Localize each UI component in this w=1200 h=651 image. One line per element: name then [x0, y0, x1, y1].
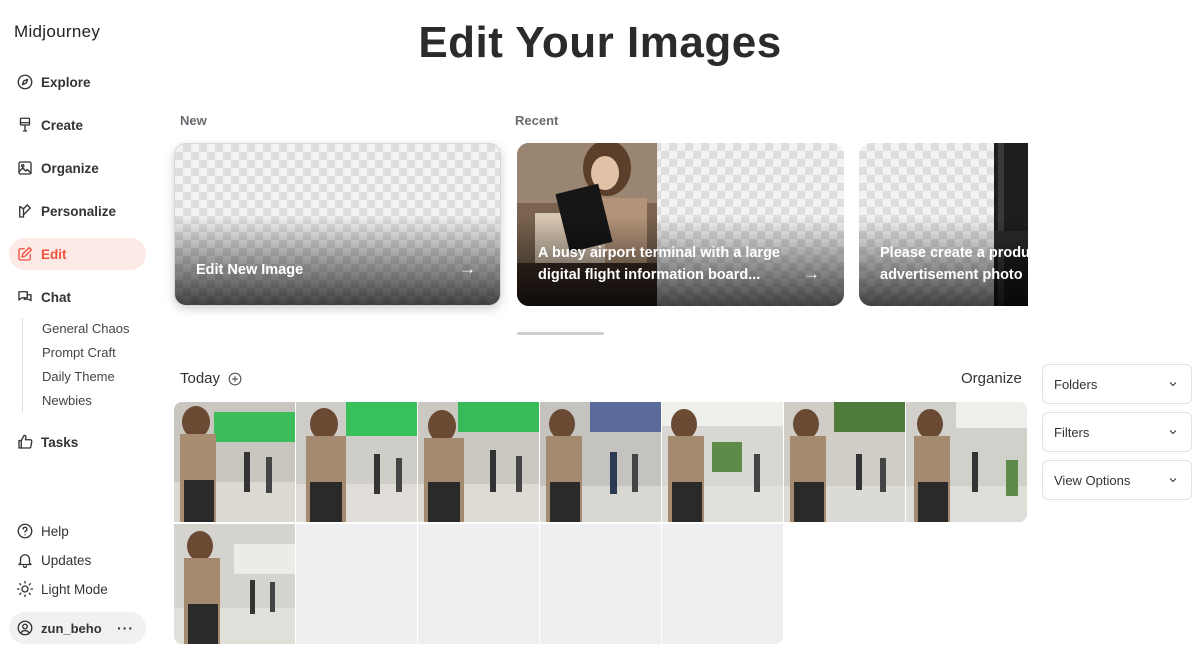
- chat-room-item[interactable]: Prompt Craft: [42, 345, 116, 360]
- today-header: Today: [180, 370, 242, 387]
- recent-card[interactable]: Please create a produ advertisement phot…: [859, 143, 1028, 306]
- chat-icon: [16, 288, 34, 306]
- sidebar: Midjourney Explore Create Organize Perso…: [0, 0, 160, 651]
- chat-room-item[interactable]: Newbies: [42, 393, 92, 408]
- nav-edit[interactable]: Edit: [9, 238, 146, 270]
- image-thumbnail[interactable]: [906, 402, 1027, 522]
- recent-card-caption: Please create a produ advertisement phot…: [880, 242, 1028, 286]
- image-thumbnail[interactable]: [174, 402, 295, 522]
- bell-icon: [16, 551, 34, 569]
- personalize-icon: [16, 202, 34, 220]
- caption-line: Please create a produ: [880, 245, 1028, 261]
- caption-line: A busy airport terminal with a large: [538, 245, 780, 261]
- user-menu[interactable]: zun_beho ···: [9, 612, 146, 644]
- image-thumbnail[interactable]: [418, 402, 539, 522]
- chat-room-item[interactable]: Daily Theme: [42, 369, 115, 384]
- sun-icon: [16, 580, 34, 598]
- plus-circle-icon[interactable]: [228, 372, 242, 386]
- image-thumbnail[interactable]: [174, 524, 295, 644]
- edit-new-image-label: Edit New Image: [196, 262, 304, 278]
- nav-chat-label: Chat: [41, 289, 71, 305]
- new-section-label: New: [180, 113, 207, 128]
- image-thumbnail[interactable]: [662, 402, 783, 522]
- view-options-dropdown[interactable]: View Options: [1042, 460, 1192, 500]
- edit-new-image-card[interactable]: Edit New Image →: [174, 143, 501, 306]
- recent-card[interactable]: A busy airport terminal with a large dig…: [517, 143, 844, 306]
- organize-button[interactable]: Organize: [961, 370, 1022, 387]
- nav-personalize[interactable]: Personalize: [9, 195, 146, 227]
- image-thumbnail[interactable]: [540, 402, 661, 522]
- nav-updates-label: Updates: [41, 552, 92, 568]
- carousel-scroll-indicator[interactable]: [517, 332, 604, 335]
- help-icon: [16, 522, 34, 540]
- username: zun_beho: [41, 620, 102, 636]
- caption-line: advertisement photo: [880, 267, 1023, 283]
- compass-icon: [16, 73, 34, 91]
- folders-dropdown[interactable]: Folders: [1042, 364, 1192, 404]
- nav-edit-label: Edit: [41, 246, 67, 262]
- nav-light-mode[interactable]: Light Mode: [9, 573, 146, 605]
- arrow-right-icon: →: [459, 259, 476, 278]
- nav-organize[interactable]: Organize: [9, 152, 146, 184]
- nav-tasks-label: Tasks: [41, 434, 79, 450]
- chevron-down-icon: [1167, 474, 1179, 486]
- nav-light-mode-label: Light Mode: [41, 581, 108, 597]
- image-thumbnail[interactable]: [784, 402, 905, 522]
- filters-label: Filters: [1054, 424, 1090, 440]
- view-options-label: View Options: [1054, 472, 1131, 488]
- nav-help-label: Help: [41, 523, 69, 539]
- recent-card-caption: A busy airport terminal with a large dig…: [538, 242, 780, 286]
- nav-help[interactable]: Help: [9, 515, 146, 547]
- user-more-button[interactable]: ···: [117, 620, 134, 636]
- nav-organize-label: Organize: [41, 160, 99, 176]
- empty-slot: [418, 524, 539, 644]
- image-thumbnail[interactable]: [296, 402, 417, 522]
- user-icon: [16, 619, 34, 637]
- image-grid: [174, 402, 1028, 645]
- edit-icon: [16, 245, 34, 263]
- nav-create[interactable]: Create: [9, 109, 146, 141]
- nav-explore[interactable]: Explore: [9, 66, 146, 98]
- chevron-down-icon: [1167, 378, 1179, 390]
- recent-section-label: Recent: [515, 113, 559, 128]
- thumbs-up-icon: [16, 433, 34, 451]
- nav-create-label: Create: [41, 117, 84, 133]
- brush-icon: [16, 116, 34, 134]
- image-icon: [16, 159, 34, 177]
- empty-slot: [540, 524, 661, 644]
- nav-updates[interactable]: Updates: [9, 544, 146, 576]
- nav-personalize-label: Personalize: [41, 203, 117, 219]
- folders-label: Folders: [1054, 376, 1098, 392]
- page-title: Edit Your Images: [418, 18, 782, 67]
- today-label: Today: [180, 370, 221, 387]
- chat-room-item[interactable]: General Chaos: [42, 321, 129, 336]
- nav-tasks[interactable]: Tasks: [9, 426, 146, 458]
- filters-dropdown[interactable]: Filters: [1042, 412, 1192, 452]
- nav-explore-label: Explore: [41, 74, 91, 90]
- arrow-right-icon: →: [803, 264, 820, 283]
- chat-rooms-list: General Chaos Prompt Craft Daily Theme N…: [22, 318, 129, 412]
- empty-slot: [296, 524, 417, 644]
- caption-line: digital flight information board...: [538, 267, 761, 283]
- empty-slot: [662, 524, 783, 644]
- nav-chat[interactable]: Chat: [9, 281, 146, 313]
- chevron-down-icon: [1167, 426, 1179, 438]
